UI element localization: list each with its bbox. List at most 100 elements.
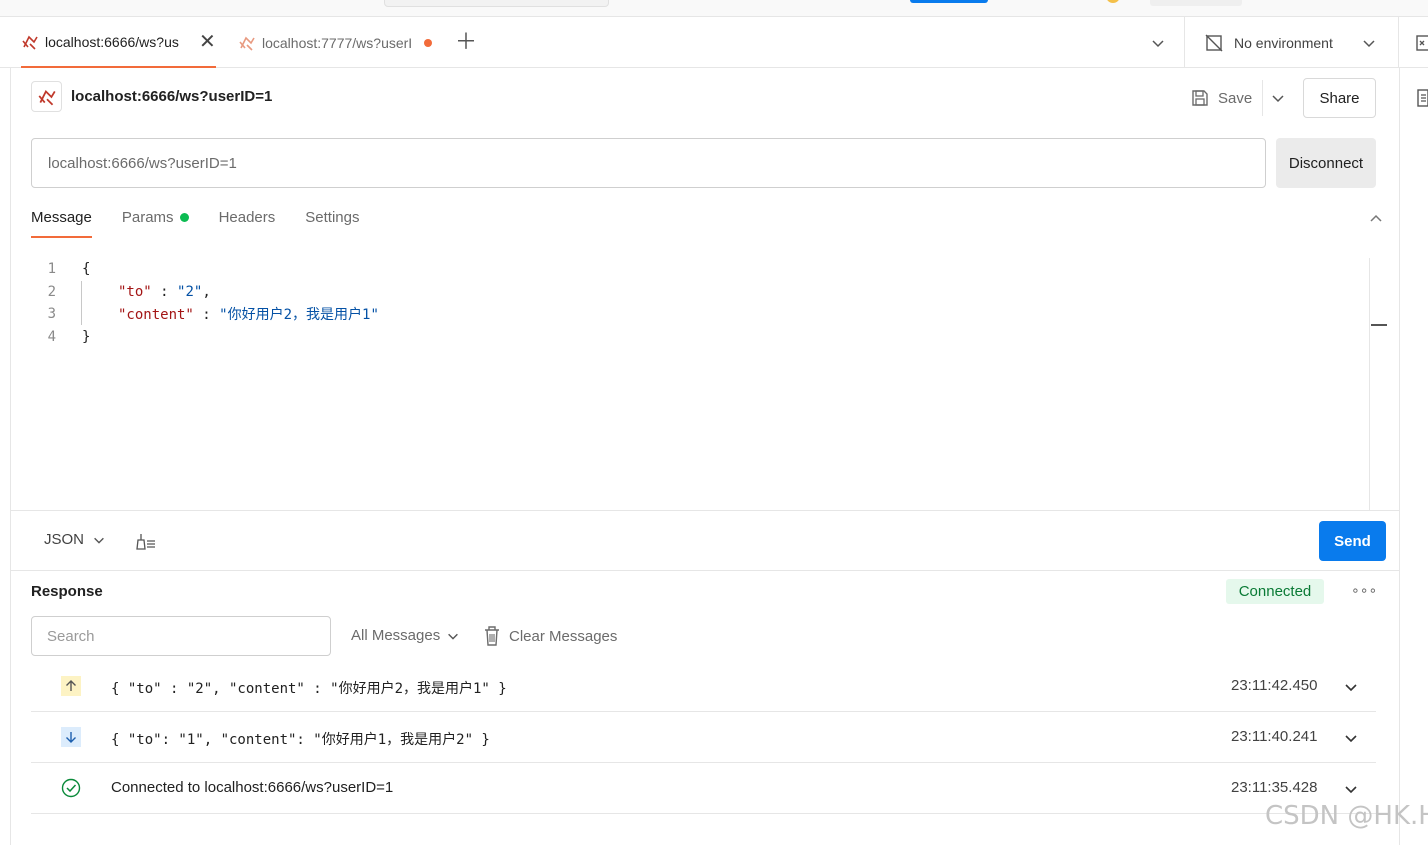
save-icon bbox=[1192, 90, 1208, 106]
request-type-icon-box bbox=[31, 81, 62, 112]
chevron-down-icon bbox=[1363, 39, 1375, 47]
save-label: Save bbox=[1218, 89, 1253, 107]
editor-line: 4 } bbox=[11, 326, 1369, 348]
tab-settings[interactable]: Settings bbox=[305, 205, 359, 238]
tab-label: Params bbox=[121, 209, 174, 226]
tab-label: Message bbox=[31, 209, 92, 226]
editor-scrollbar[interactable] bbox=[1369, 258, 1387, 510]
arrow-down-icon bbox=[61, 727, 81, 747]
divider bbox=[1262, 80, 1263, 116]
json-sep: : bbox=[151, 284, 178, 300]
tab-localhost-7777[interactable]: localhost:7777/ws?userI bbox=[238, 17, 443, 68]
scroll-marker bbox=[1371, 324, 1387, 326]
request-header: localhost:6666/ws?userID=1 bbox=[31, 81, 272, 112]
filter-label: All Messages bbox=[351, 627, 441, 644]
code-text: "content" : "你好用户2，我是用户1" bbox=[118, 304, 379, 324]
more-options-icon[interactable]: ∘∘∘ bbox=[1351, 582, 1377, 599]
chevron-down-icon[interactable] bbox=[1270, 90, 1286, 106]
websocket-icon bbox=[22, 35, 38, 50]
editor-line: 1 { bbox=[11, 258, 1369, 280]
environment-selector[interactable]: No environment bbox=[1204, 17, 1377, 68]
top-search-bar[interactable] bbox=[384, 0, 609, 7]
status-badge: Connected bbox=[1226, 579, 1324, 604]
request-title[interactable]: localhost:6666/ws?userID=1 bbox=[71, 88, 272, 105]
code-text: "to" : "2", bbox=[118, 284, 211, 300]
top-blue-button[interactable] bbox=[910, 0, 988, 3]
message-content: { "to": "1", "content": "你好用户1，我是用户2" } bbox=[111, 732, 490, 748]
message-content: Connected to localhost:6666/ws?userID=1 bbox=[111, 779, 394, 796]
tab-label: Settings bbox=[305, 209, 360, 226]
chevron-down-icon[interactable] bbox=[1150, 35, 1166, 51]
params-indicator-icon bbox=[179, 213, 189, 222]
message-content: { "to" : "2", "content" : "你好用户2，我是用户1" … bbox=[111, 681, 507, 697]
chevron-down-icon bbox=[448, 633, 459, 640]
divider bbox=[11, 570, 1399, 571]
divider bbox=[11, 510, 1399, 511]
trash-icon bbox=[485, 626, 499, 646]
line-number: 3 bbox=[47, 306, 56, 322]
chevron-up-icon[interactable] bbox=[1368, 211, 1384, 227]
tab-label: localhost:7777/ws?userI bbox=[262, 34, 413, 51]
documentation-icon[interactable] bbox=[1416, 88, 1428, 108]
tab-localhost-6666[interactable]: localhost:6666/ws?us ✕ bbox=[21, 17, 216, 68]
chevron-down-icon[interactable] bbox=[1343, 730, 1359, 746]
tab-message[interactable]: Message bbox=[31, 205, 92, 238]
tab-label: localhost:6666/ws?us bbox=[45, 33, 179, 50]
new-tab-plus-icon[interactable]: ＋ bbox=[455, 31, 477, 53]
environment-label: No environment bbox=[1234, 34, 1333, 51]
message-timestamp: 23:11:42.450 bbox=[1231, 677, 1318, 694]
request-subtabs: Message Params Headers Settings bbox=[31, 205, 389, 238]
tab-headers[interactable]: Headers bbox=[219, 205, 276, 238]
response-title: Response bbox=[31, 583, 103, 600]
beautify-icon[interactable] bbox=[135, 531, 157, 553]
search-input[interactable] bbox=[31, 616, 331, 656]
tab-bar: localhost:6666/ws?us ✕ localhost:7777/ws… bbox=[0, 17, 1428, 68]
code-text: { bbox=[82, 261, 91, 277]
divider bbox=[1184, 17, 1185, 68]
json-sep: : bbox=[193, 307, 220, 323]
clear-messages-button[interactable]: Clear Messages bbox=[483, 625, 617, 647]
indent-guide bbox=[81, 281, 82, 325]
line-number: 1 bbox=[47, 261, 56, 277]
top-avatar[interactable] bbox=[1106, 0, 1120, 3]
message-row[interactable]: Connected to localhost:6666/ws?userID=1 … bbox=[31, 763, 1376, 814]
json-value: "你好用户2，我是用户1" bbox=[219, 307, 379, 323]
message-editor[interactable]: 1 { 2 "to" : "2", 3 "content" : "你好用户2，我… bbox=[11, 258, 1369, 510]
close-icon[interactable]: ✕ bbox=[199, 32, 216, 52]
websocket-icon bbox=[239, 36, 255, 51]
disconnect-button[interactable]: Disconnect bbox=[1276, 138, 1376, 188]
right-rail bbox=[1399, 68, 1400, 845]
divider bbox=[1398, 17, 1399, 68]
message-row[interactable]: { "to" : "2", "content" : "你好用户2，我是用户1" … bbox=[31, 661, 1376, 712]
format-label: JSON bbox=[44, 531, 85, 548]
format-selector[interactable]: JSON bbox=[44, 531, 106, 548]
clear-messages-label: Clear Messages bbox=[509, 627, 618, 645]
editor-line: 3 "content" : "你好用户2，我是用户1" bbox=[11, 303, 1369, 325]
share-button[interactable]: Share bbox=[1303, 78, 1376, 118]
json-comma: , bbox=[202, 284, 211, 300]
unsaved-dot-icon bbox=[424, 38, 432, 47]
message-timestamp: 23:11:40.241 bbox=[1231, 728, 1318, 745]
check-circle-icon bbox=[61, 778, 81, 798]
line-number: 2 bbox=[47, 284, 56, 300]
url-input[interactable] bbox=[31, 138, 1266, 188]
top-strip bbox=[0, 0, 1428, 17]
chevron-down-icon bbox=[94, 537, 104, 544]
chevron-down-icon[interactable] bbox=[1343, 781, 1359, 797]
tab-params[interactable]: Params bbox=[122, 205, 189, 238]
message-filter-dropdown[interactable]: All Messages bbox=[351, 627, 460, 644]
top-pill[interactable] bbox=[1150, 0, 1242, 6]
no-environment-icon bbox=[1205, 34, 1223, 51]
json-key: "to" bbox=[118, 284, 152, 300]
chevron-down-icon[interactable] bbox=[1343, 679, 1359, 695]
editor-line: 2 "to" : "2", bbox=[11, 281, 1369, 303]
send-button[interactable]: Send bbox=[1319, 521, 1386, 561]
message-row[interactable]: { "to": "1", "content": "你好用户1，我是用户2" } … bbox=[31, 712, 1376, 763]
save-button[interactable]: Save bbox=[1190, 84, 1252, 112]
arrow-up-icon bbox=[61, 676, 81, 696]
line-number: 4 bbox=[47, 329, 56, 345]
json-key: "content" bbox=[118, 307, 194, 323]
message-timestamp: 23:11:35.428 bbox=[1231, 779, 1318, 796]
json-value: "2" bbox=[177, 284, 203, 300]
environment-quick-look-icon[interactable] bbox=[1415, 34, 1428, 52]
